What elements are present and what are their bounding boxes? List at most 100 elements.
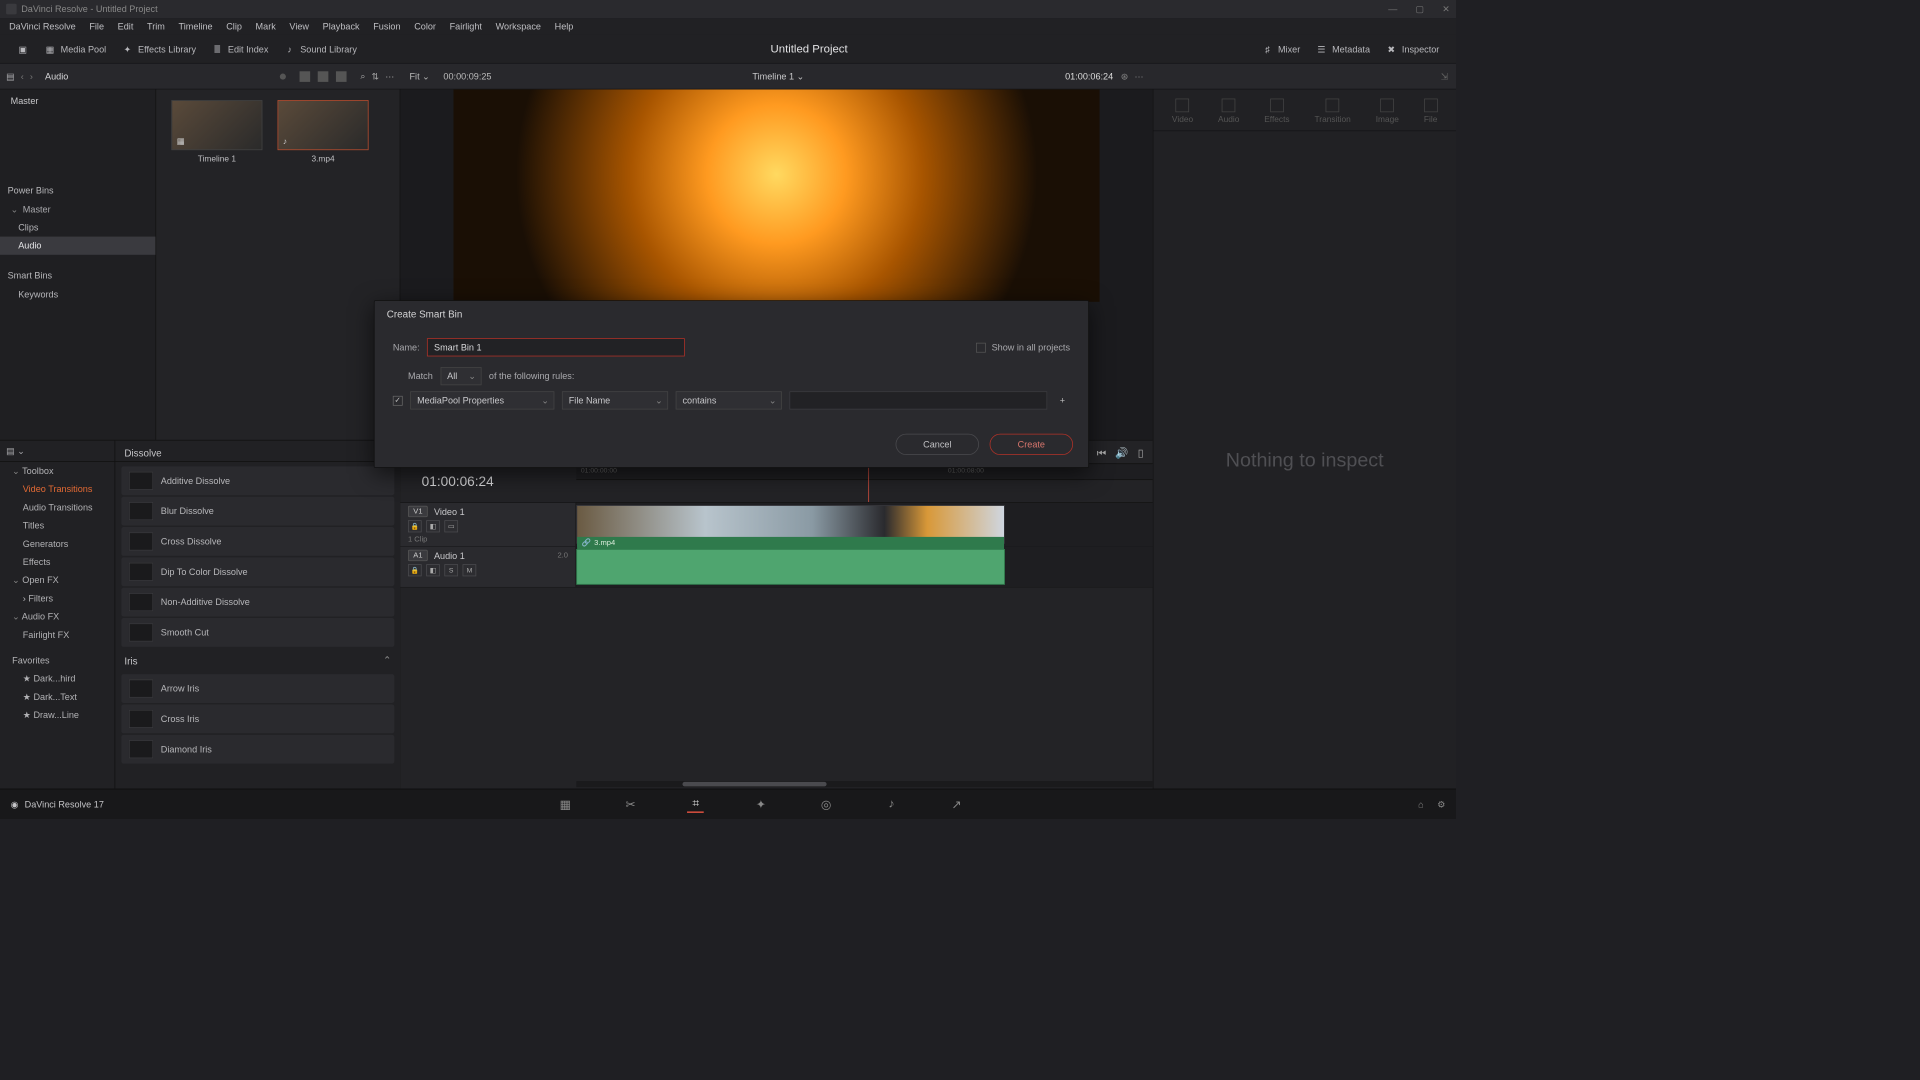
menu-item[interactable]: Clip <box>220 20 248 34</box>
media-clip[interactable]: 3.mp4 <box>278 100 369 164</box>
page-cut-icon[interactable]: ✂ <box>622 796 639 813</box>
power-bin-master[interactable]: Master <box>0 200 155 218</box>
menu-item[interactable]: Workspace <box>490 20 547 34</box>
menu-item[interactable]: Mark <box>249 20 281 34</box>
fx-favorite-item[interactable]: ★ Dark...hird <box>0 670 115 688</box>
viewer-more-icon[interactable]: ⋯ <box>1134 71 1143 82</box>
home-icon[interactable]: ⌂ <box>1418 799 1423 810</box>
add-rule-icon[interactable]: + <box>1055 395 1070 406</box>
menu-item[interactable]: Trim <box>141 20 171 34</box>
track-solo-icon[interactable]: S <box>444 564 458 576</box>
view-grid-icon[interactable] <box>318 71 329 82</box>
page-media-icon[interactable]: ▦ <box>557 796 574 813</box>
power-bin-clips[interactable]: Clips <box>0 218 155 236</box>
page-edit-icon[interactable]: ⌗ <box>687 796 704 813</box>
fx-audiofx[interactable]: Audio FX <box>0 607 115 625</box>
track-tag[interactable]: A1 <box>408 550 428 561</box>
fx-item[interactable]: Blur Dissolve <box>121 497 394 526</box>
track-lock-icon[interactable]: 🔒 <box>408 520 422 532</box>
panel-menu-icon[interactable]: ▤ ⌄ <box>6 446 25 457</box>
layout-toggle-icon[interactable]: ▣ <box>9 40 36 58</box>
rule-enable-checkbox[interactable]: ✓ <box>393 395 403 405</box>
inspector-tab-audio[interactable]: Audio <box>1218 99 1239 125</box>
media-pool-button[interactable]: ▦Media Pool <box>36 40 113 58</box>
scrollbar-thumb[interactable] <box>683 782 827 787</box>
fx-item[interactable]: Cross Dissolve <box>121 527 394 556</box>
nav-fwd-icon[interactable]: › <box>30 71 33 82</box>
inspector-button[interactable]: ✖Inspector <box>1378 40 1447 58</box>
zoom-fit-dropdown[interactable]: Fit ⌄ <box>410 71 430 82</box>
page-fusion-icon[interactable]: ✦ <box>753 796 770 813</box>
more-icon[interactable]: ⋯ <box>385 71 394 82</box>
menu-item[interactable]: Timeline <box>172 20 218 34</box>
fx-openfx[interactable]: Open FX <box>0 571 115 589</box>
smart-bin-keywords[interactable]: Keywords <box>0 285 155 303</box>
project-settings-icon[interactable]: ⚙ <box>1437 799 1445 810</box>
bin-master[interactable]: Master <box>0 89 155 112</box>
fx-item[interactable]: Dip To Color Dissolve <box>121 557 394 586</box>
rule-source-select[interactable]: MediaPool Properties <box>410 391 554 409</box>
inspector-expand-icon[interactable]: ⇲ <box>1441 71 1449 82</box>
audio-clip[interactable]: 🔗 3.mp4 <box>576 549 1004 585</box>
track-autoselect-icon[interactable]: ◧ <box>426 564 440 576</box>
fx-item[interactable]: Arrow Iris <box>121 674 394 703</box>
fx-generators[interactable]: Generators <box>0 535 115 553</box>
track-tag[interactable]: V1 <box>408 506 428 517</box>
menu-item[interactable]: Playback <box>317 20 366 34</box>
inspector-tab-transition[interactable]: Transition <box>1314 99 1350 125</box>
inspector-tab-effects[interactable]: Effects <box>1264 99 1289 125</box>
fx-item[interactable]: Cross Iris <box>121 704 394 733</box>
page-color-icon[interactable]: ◎ <box>818 796 835 813</box>
view-list-icon[interactable] <box>300 71 311 82</box>
close-icon[interactable]: ✕ <box>1442 4 1450 15</box>
show-all-projects-checkbox[interactable] <box>976 342 986 352</box>
search-icon[interactable]: ⌕ <box>360 71 365 82</box>
cancel-button[interactable]: Cancel <box>896 434 979 455</box>
rule-value-input[interactable] <box>789 391 1047 409</box>
effects-library-button[interactable]: ✦Effects Library <box>114 40 204 58</box>
fx-fairlightfx[interactable]: Fairlight FX <box>0 626 115 644</box>
track-header-a1[interactable]: A1Audio 12.0 🔒 ◧ S M <box>400 547 576 587</box>
create-button[interactable]: Create <box>990 434 1073 455</box>
playhead[interactable] <box>868 463 869 502</box>
menu-item[interactable]: Help <box>549 20 580 34</box>
fx-favorite-item[interactable]: ★ Dark...Text <box>0 688 115 706</box>
menu-item[interactable]: File <box>83 20 110 34</box>
track-lock-icon[interactable]: 🔒 <box>408 564 422 576</box>
view-strip-icon[interactable] <box>336 71 347 82</box>
track-mute-icon[interactable]: M <box>463 564 477 576</box>
track-autoselect-icon[interactable]: ◧ <box>426 520 440 532</box>
menu-item[interactable]: Edit <box>112 20 140 34</box>
maximize-icon[interactable]: ▢ <box>1416 4 1425 15</box>
power-bin-audio[interactable]: Audio <box>0 237 155 255</box>
rule-operator-select[interactable]: contains <box>676 391 782 409</box>
page-deliver-icon[interactable]: ↗ <box>948 796 965 813</box>
fx-toolbox[interactable]: Toolbox <box>0 462 115 480</box>
fx-video-transitions[interactable]: Video Transitions <box>0 480 115 498</box>
menu-item[interactable]: Fairlight <box>444 20 489 34</box>
mixer-button[interactable]: ♯Mixer <box>1254 40 1308 58</box>
track-header-v1[interactable]: V1Video 1 🔒 ◧ ▭ 1 Clip <box>400 503 576 546</box>
minimize-icon[interactable]: — <box>1388 4 1397 15</box>
fx-category-iris[interactable]: Iris⌃ <box>115 648 400 672</box>
fx-item[interactable]: Additive Dissolve <box>121 466 394 495</box>
volume-icon[interactable]: 🔊 <box>1115 447 1128 460</box>
sound-library-button[interactable]: ♪Sound Library <box>276 40 365 58</box>
menu-item[interactable]: Fusion <box>367 20 406 34</box>
smart-bin-name-input[interactable] <box>427 338 685 356</box>
fx-item[interactable]: Diamond Iris <box>121 735 394 764</box>
panel-menu-icon[interactable]: ▤ <box>6 71 15 82</box>
metadata-button[interactable]: ☰Metadata <box>1308 40 1378 58</box>
timeline-timecode[interactable]: 01:00:06:24 <box>422 474 494 490</box>
page-fairlight-icon[interactable]: ♪ <box>883 796 900 813</box>
timeline-scrollbar[interactable] <box>576 781 1152 787</box>
prev-clip-icon[interactable]: ⏮ <box>1097 447 1107 460</box>
inspector-tab-video[interactable]: Video <box>1172 99 1193 125</box>
bypass-icon[interactable]: ⊛ <box>1121 71 1129 82</box>
menu-item[interactable]: DaVinci Resolve <box>3 20 82 34</box>
fx-titles[interactable]: Titles <box>0 516 115 534</box>
track-visible-icon[interactable]: ▭ <box>444 520 458 532</box>
nav-back-icon[interactable]: ‹ <box>21 71 24 82</box>
timeline-options-icon[interactable]: ▯ <box>1138 447 1144 460</box>
edit-index-button[interactable]: ≣Edit Index <box>204 40 276 58</box>
